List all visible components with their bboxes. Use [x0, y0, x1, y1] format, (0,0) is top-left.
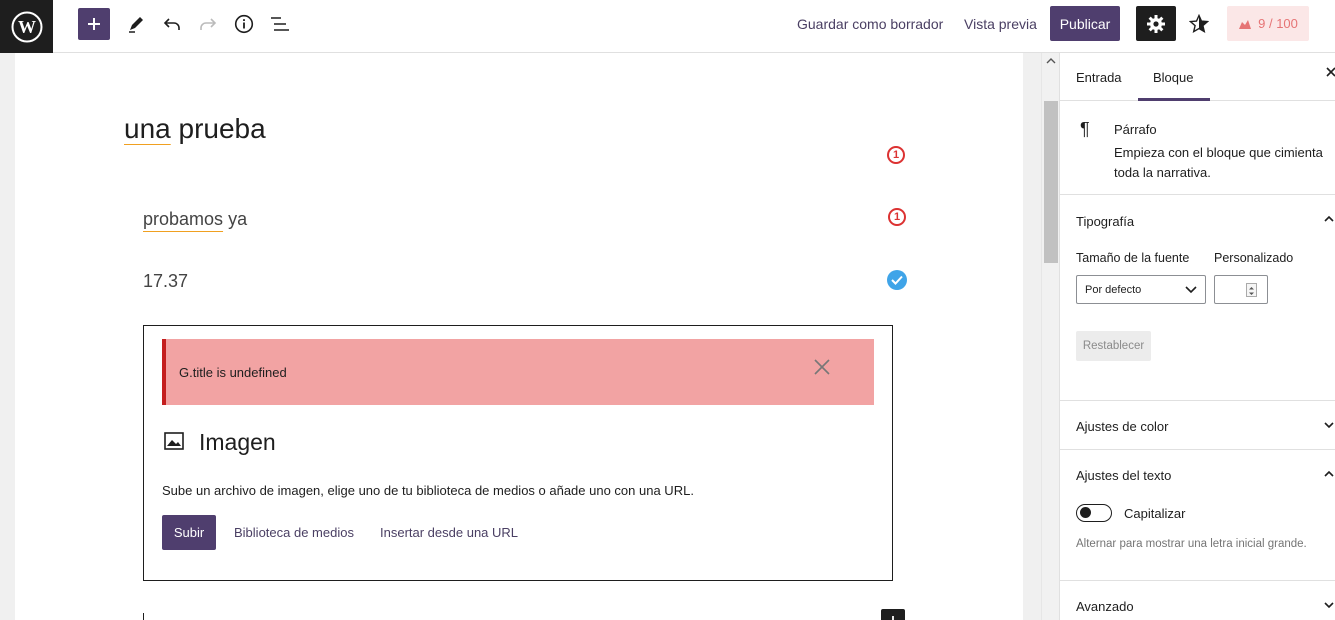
- settings-button[interactable]: [1136, 6, 1176, 41]
- chevron-up-icon[interactable]: [1324, 215, 1334, 223]
- panel-title-text[interactable]: Ajustes del texto: [1076, 468, 1171, 483]
- plus-icon: [88, 18, 100, 30]
- paragraph-block[interactable]: probamos ya: [143, 209, 247, 230]
- chevron-down-icon: [1324, 422, 1334, 429]
- score-badge-icon: [1239, 19, 1252, 29]
- scrollbar-thumb[interactable]: [1044, 101, 1058, 263]
- undo-icon: [163, 18, 180, 30]
- info-icon: [234, 14, 254, 34]
- details-button[interactable]: [228, 8, 260, 40]
- title-word: prueba: [178, 113, 266, 144]
- save-draft-button[interactable]: Guardar como borrador: [797, 16, 943, 32]
- scroll-up-icon[interactable]: [1046, 57, 1056, 65]
- add-block-button[interactable]: [78, 8, 110, 40]
- publish-button[interactable]: Publicar: [1050, 6, 1120, 41]
- svg-text:W: W: [18, 17, 36, 37]
- sidebar-tabs: Entrada Bloque: [1060, 53, 1335, 101]
- spinner-arrows-icon: [1249, 287, 1254, 295]
- pencil-icon: [129, 17, 143, 33]
- paragraph-icon: ¶: [1080, 119, 1090, 139]
- tools-button[interactable]: [120, 8, 152, 40]
- list-view-icon: [271, 17, 289, 31]
- image-block[interactable]: G.title is undefined Imagen Sube un arch…: [143, 325, 893, 581]
- plus-icon: [892, 616, 894, 620]
- redo-icon: [200, 18, 217, 30]
- wordpress-logo-icon: W: [11, 11, 42, 42]
- advanced-panel[interactable]: Avanzado: [1060, 581, 1335, 620]
- seo-score-button[interactable]: 9 / 100: [1227, 6, 1309, 41]
- font-size-select[interactable]: Por defecto: [1076, 275, 1206, 304]
- chevron-up-icon[interactable]: [1324, 470, 1334, 478]
- block-separator: [143, 613, 144, 620]
- block-description: Empieza con el bloque que cimienta toda …: [1114, 145, 1323, 180]
- drop-cap-toggle[interactable]: [1076, 504, 1112, 522]
- paragraph-word: ya: [228, 209, 248, 229]
- editor-toolbar: W Guardar como borrador Vista previa Pub…: [0, 0, 1335, 53]
- check-badge[interactable]: [887, 270, 907, 290]
- block-card: ¶ Párrafo Empieza con el bloque que cimi…: [1060, 101, 1335, 195]
- image-block-description: Sube un archivo de imagen, elige uno de …: [162, 483, 694, 498]
- media-library-button[interactable]: Biblioteca de medios: [234, 525, 354, 540]
- error-message: G.title is undefined: [179, 365, 287, 380]
- preview-button[interactable]: Vista previa: [964, 16, 1037, 32]
- undo-button[interactable]: [156, 8, 188, 40]
- redo-button[interactable]: [192, 8, 224, 40]
- reset-button[interactable]: Restablecer: [1076, 331, 1151, 361]
- readability-badge[interactable]: 1: [888, 208, 906, 226]
- chevron-down-icon: [1185, 286, 1197, 294]
- list-view-button[interactable]: [264, 8, 296, 40]
- wordpress-logo-button[interactable]: W: [0, 0, 53, 53]
- block-name: Párrafo: [1114, 122, 1157, 137]
- font-size-label: Tamaño de la fuente: [1076, 251, 1190, 265]
- editor-canvas: una prueba 1 probamos ya 1 17.37 G.title…: [15, 53, 1023, 620]
- left-gutter: [0, 53, 15, 620]
- drop-cap-label: Capitalizar: [1124, 506, 1186, 521]
- image-icon: [164, 432, 184, 450]
- paragraph-block-number[interactable]: 17.37: [143, 271, 188, 292]
- font-size-select-value: Por defecto: [1085, 284, 1142, 296]
- checkmark-icon: [891, 275, 903, 285]
- chevron-down-icon: [1324, 602, 1334, 609]
- color-settings-panel[interactable]: Ajustes de color: [1060, 401, 1335, 450]
- panel-title-typography[interactable]: Tipografía: [1076, 214, 1134, 229]
- number-spinner[interactable]: [1246, 283, 1257, 297]
- inserter-button[interactable]: [881, 609, 905, 620]
- gear-icon: [1147, 14, 1165, 33]
- star-button[interactable]: [1184, 8, 1214, 40]
- panel-title-color: Ajustes de color: [1076, 419, 1169, 434]
- title-word-misspelled: una: [124, 113, 171, 144]
- settings-sidebar: Entrada Bloque ¶ Párrafo Empieza con el …: [1059, 53, 1335, 620]
- readability-badge[interactable]: 1: [887, 146, 905, 164]
- close-icon[interactable]: [814, 355, 830, 381]
- tab-entrada[interactable]: Entrada: [1076, 70, 1122, 85]
- canvas-margin: [1023, 53, 1041, 620]
- custom-size-label: Personalizado: [1214, 251, 1294, 265]
- error-notice: G.title is undefined: [162, 339, 874, 405]
- panel-title-advanced: Avanzado: [1076, 599, 1134, 614]
- score-total: 100: [1276, 16, 1298, 31]
- editor-scrollbar[interactable]: [1041, 53, 1059, 620]
- star-icon: [1189, 14, 1209, 34]
- close-icon[interactable]: [1326, 67, 1335, 77]
- post-title[interactable]: una prueba: [124, 113, 266, 145]
- drop-cap-help: Alternar para mostrar una letra inicial …: [1076, 538, 1307, 550]
- paragraph-word-misspelled: probamos: [143, 209, 224, 229]
- tab-bloque[interactable]: Bloque: [1153, 70, 1193, 85]
- image-block-title: Imagen: [199, 429, 276, 455]
- toggle-knob: [1080, 507, 1091, 518]
- upload-button[interactable]: Subir: [162, 515, 216, 550]
- custom-font-size-input[interactable]: [1214, 275, 1268, 304]
- insert-url-button[interactable]: Insertar desde una URL: [380, 525, 518, 540]
